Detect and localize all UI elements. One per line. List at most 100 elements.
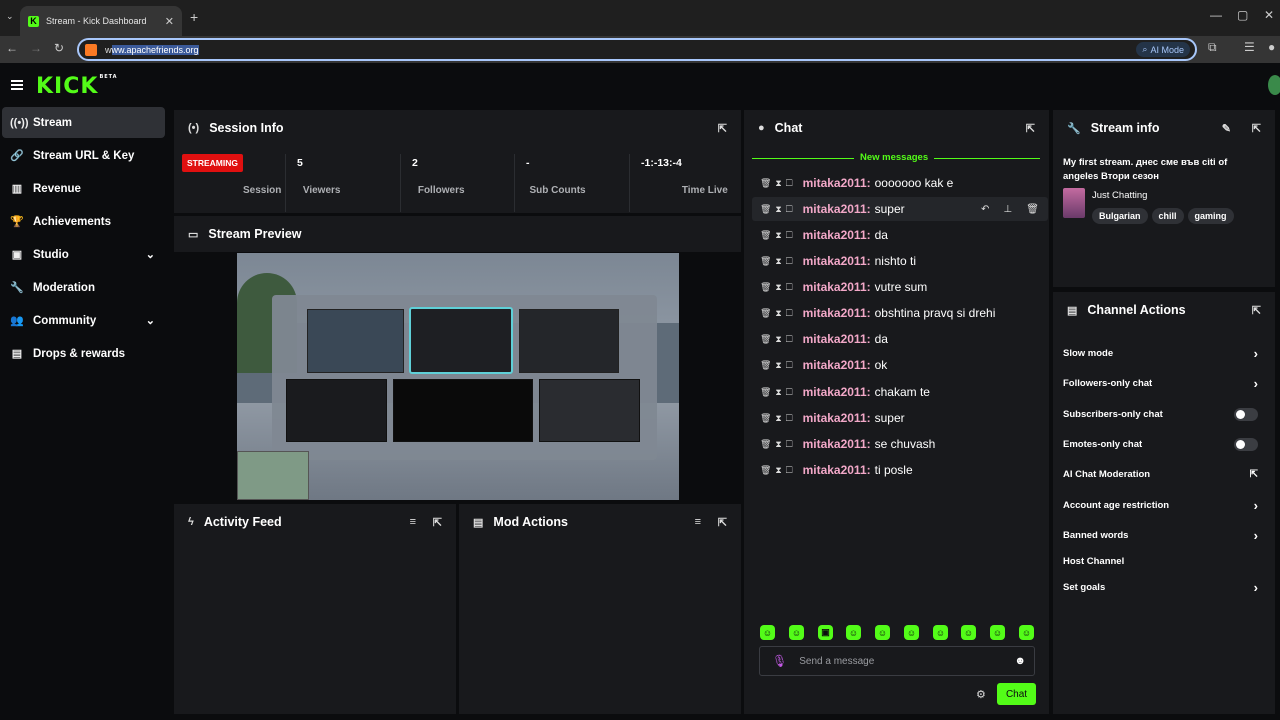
chat-message[interactable]: 🗑⧗☐ mitaka2011: se chuvash [760,433,935,455]
moderation-icons[interactable]: 🗑⧗☐ [760,204,797,215]
sidebar-item-moderation[interactable]: 🔧 Moderation [2,272,165,303]
sidebar-item-revenue[interactable]: ▥ Revenue [2,173,165,204]
chat-message[interactable]: 🗑⧗☐ mitaka2011: ti posle [760,459,913,481]
moderation-icons[interactable]: 🗑⧗☐ [760,230,797,241]
host-channel-row[interactable]: Host Channel [1063,552,1258,570]
chat-username[interactable]: mitaka2011: [803,306,871,320]
pin-icon[interactable]: ⊥ [1003,204,1012,215]
chat-message[interactable]: 🗑⧗☐ mitaka2011: ok [760,354,887,376]
filter-icon[interactable]: ≡ [410,516,416,528]
tab-close-icon[interactable]: ✕ [165,15,174,28]
stream-category[interactable]: Just Chatting [1092,190,1147,201]
site-info-icon[interactable] [85,43,97,56]
chat-message[interactable]: 🗑⧗☐ mitaka2011: obshtina pravq si drehi [760,302,995,324]
ai-chat-moderation-row[interactable]: AI Chat Moderation ⇱ [1063,465,1258,483]
reading-list-icon[interactable]: ☰ [1244,40,1255,54]
popout-icon[interactable]: ⇱ [1252,122,1261,135]
emotes-only-toggle[interactable] [1234,437,1258,451]
popout-icon[interactable]: ⇱ [1026,122,1035,135]
emoji-icon[interactable]: ☻ [1014,655,1026,667]
popout-icon[interactable]: ⇱ [718,516,727,529]
moderation-icons[interactable]: 🗑⧗☐ [760,334,797,345]
moderation-icons[interactable]: 🗑⧗☐ [760,282,797,293]
moderation-icons[interactable]: 🗑⧗☐ [760,178,797,189]
filter-icon[interactable]: ≡ [695,516,701,528]
slow-mode-row[interactable]: Slow mode › [1063,344,1258,362]
category-thumbnail[interactable] [1063,188,1085,218]
chat-message[interactable]: 🗑⧗☐ mitaka2011: chakam te [760,381,930,403]
chat-username[interactable]: mitaka2011: [803,332,871,346]
forward-icon[interactable]: → [30,41,42,55]
chat-username[interactable]: mitaka2011: [803,280,871,294]
moderation-icons[interactable]: 🗑⧗☐ [760,308,797,319]
sidebar-item-stream[interactable]: ((•)) Stream [2,107,165,138]
ai-mode-button[interactable]: ⌕ AI Mode [1136,42,1190,57]
chat-username[interactable]: mitaka2011: [803,202,871,216]
sidebar-item-studio[interactable]: ▣ Studio ⌄ [2,239,165,270]
profile-icon[interactable]: ● [1268,40,1275,54]
emote-icon[interactable]: ☺ [760,625,775,640]
new-tab-icon[interactable]: + [190,9,198,25]
menu-icon[interactable] [11,80,23,90]
emote-icon[interactable]: ☺ [875,625,890,640]
tag[interactable]: Bulgarian [1092,208,1148,224]
sidebar-item-drops[interactable]: ▤ Drops & rewards [2,338,165,369]
emote-icon[interactable]: ☺ [846,625,861,640]
kick-logo[interactable]: KICKBETA [36,74,118,99]
delete-icon[interactable]: 🗑 [1026,204,1039,215]
back-icon[interactable]: ← [6,41,18,55]
popout-icon[interactable]: ⇱ [433,516,442,529]
moderation-icons[interactable]: 🗑⧗☐ [760,256,797,267]
popout-icon[interactable]: ⇱ [1252,304,1261,317]
sidebar-item-stream-url[interactable]: 🔗 Stream URL & Key [2,140,165,171]
emote-icon[interactable]: ☺ [961,625,976,640]
emote-icon[interactable]: ☺ [1019,625,1034,640]
reload-icon[interactable]: ↻ [54,41,64,55]
chat-message[interactable]: 🗑⧗☐ mitaka2011: da [760,224,888,246]
chat-username[interactable]: mitaka2011: [803,385,871,399]
url-input[interactable]: www.apachefriends.org ⌕ AI Mode [77,38,1197,61]
chat-username[interactable]: mitaka2011: [803,176,871,190]
sidebar-item-achievements[interactable]: 🏆 Achievements [2,206,165,237]
chat-username[interactable]: mitaka2011: [803,411,871,425]
set-goals-row[interactable]: Set goals › [1063,578,1258,596]
undo-icon[interactable]: ↶ [981,204,989,215]
sidebar-item-community[interactable]: 👥 Community ⌄ [2,305,165,336]
moderation-icons[interactable]: 🗑⧗☐ [760,360,797,371]
tab-list-icon[interactable]: ⌄ [6,11,14,22]
chat-message[interactable]: 🗑⧗☐ mitaka2011: vutre sum [760,276,927,298]
close-window-icon[interactable]: ✕ [1264,8,1274,22]
extensions-icon[interactable]: ⧉ [1208,40,1217,55]
followers-only-row[interactable]: Followers-only chat › [1063,374,1258,392]
chat-username[interactable]: mitaka2011: [803,437,871,451]
subscribers-only-toggle[interactable] [1234,407,1258,421]
chat-username[interactable]: mitaka2011: [803,254,871,268]
chat-message[interactable]: 🗑⧗☐ mitaka2011: nishto ti [760,250,916,272]
emote-icon[interactable]: ☺ [904,625,919,640]
chat-username[interactable]: mitaka2011: [803,358,871,372]
maximize-icon[interactable]: ▢ [1237,8,1248,22]
minimize-icon[interactable]: — [1210,8,1222,22]
chat-message[interactable]: 🗑⧗☐ mitaka2011: super [760,198,905,220]
chat-username[interactable]: mitaka2011: [803,463,871,477]
emote-icon[interactable]: ☺ [933,625,948,640]
tag[interactable]: chill [1151,208,1184,224]
chat-username[interactable]: mitaka2011: [803,228,871,242]
stream-preview-video[interactable] [237,253,679,500]
chat-message[interactable]: 🗑⧗☐ mitaka2011: ooooooo kak e [760,172,953,194]
browser-tab[interactable]: K Stream - Kick Dashboard ✕ [20,6,182,36]
chat-message[interactable]: 🗑⧗☐ mitaka2011: da [760,328,888,350]
tag[interactable]: gaming [1187,208,1234,224]
moderation-icons[interactable]: 🗑⧗☐ [760,413,797,424]
microphone-icon[interactable]: 🎙 [772,654,787,668]
chat-settings-icon[interactable]: ⚙ [976,688,986,701]
chat-input[interactable]: 🎙 Send a message ☻ [759,646,1035,676]
chat-message[interactable]: 🗑⧗☐ mitaka2011: super [760,407,905,429]
moderation-icons[interactable]: 🗑⧗☐ [760,439,797,450]
banned-words-row[interactable]: Banned words › [1063,526,1258,544]
popout-icon[interactable]: ⇱ [718,122,727,135]
moderation-icons[interactable]: 🗑⧗☐ [760,465,797,476]
account-age-row[interactable]: Account age restriction › [1063,496,1258,514]
emote-icon[interactable]: ▣ [818,625,833,640]
emote-icon[interactable]: ☺ [789,625,804,640]
